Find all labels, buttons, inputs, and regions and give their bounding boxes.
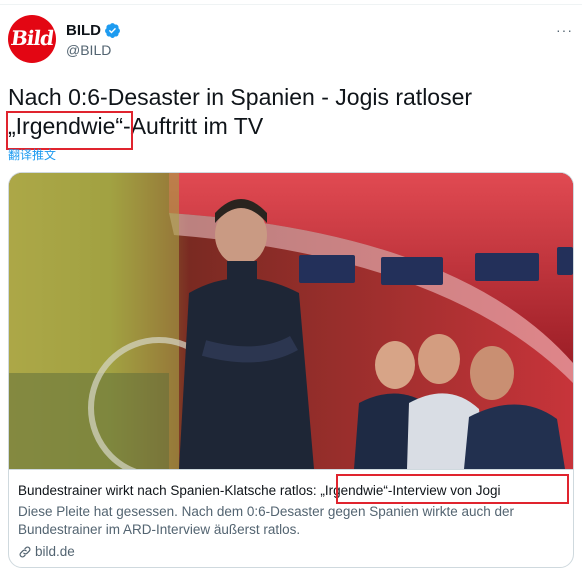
avatar[interactable]: Bild <box>8 15 56 63</box>
card-image[interactable] <box>9 173 573 469</box>
card-description: Diese Pleite hat gesessen. Nach dem 0:6-… <box>18 504 515 537</box>
card-domain-text[interactable]: bild.de <box>35 544 75 559</box>
highlight-box-irgendwie <box>6 111 133 150</box>
link-card[interactable]: Bundestrainer wirkt nach Spanien-Klatsch… <box>8 172 574 568</box>
more-options-icon[interactable]: ··· <box>556 22 573 38</box>
dugout-photo <box>9 173 573 469</box>
link-icon <box>19 546 31 557</box>
translate-tweet-link[interactable]: 翻译推文 <box>8 146 56 163</box>
account-name-row[interactable]: BILD <box>66 22 121 39</box>
top-divider <box>0 4 582 5</box>
highlight-box-interview <box>336 474 569 504</box>
account-handle[interactable]: @BILD <box>66 42 111 58</box>
bild-logo-icon: Bild <box>9 26 55 50</box>
card-domain[interactable]: bild.de <box>18 544 75 559</box>
account-name[interactable]: BILD <box>66 22 101 39</box>
verified-badge-icon <box>105 23 120 38</box>
